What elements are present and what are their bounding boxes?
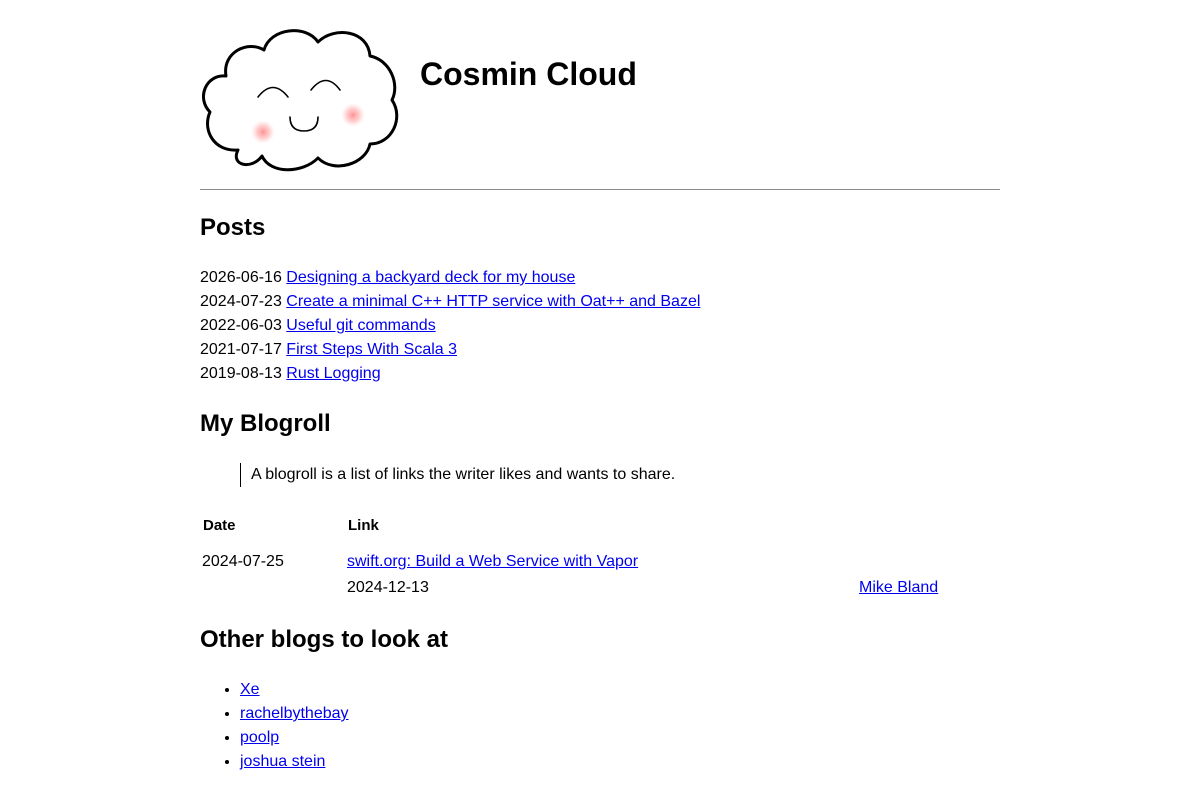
post-link[interactable]: First Steps With Scala 3 (286, 341, 457, 358)
column-header-date: Date (203, 517, 236, 534)
posts-list: 2026-06-16 Designing a backyard deck for… (200, 266, 700, 386)
post-date: 2024-07-23 (200, 293, 282, 310)
blogroll-entry-date: 2024-07-25 (202, 553, 284, 570)
other-blog-link[interactable]: joshua stein (240, 753, 325, 770)
other-blog-link[interactable]: Xe (240, 681, 260, 698)
post-item: 2022-06-03 Useful git commands (200, 314, 700, 338)
right-cheek-icon (341, 103, 365, 127)
post-link[interactable]: Create a minimal C++ HTTP service with O… (286, 293, 700, 310)
cloud-outline (201, 29, 399, 172)
post-link[interactable]: Rust Logging (286, 365, 380, 382)
smiling-cloud-icon[interactable] (200, 26, 400, 176)
post-item: 2021-07-17 First Steps With Scala 3 (200, 338, 700, 362)
blogroll-entry-link[interactable]: swift.org: Build a Web Service with Vapo… (347, 550, 638, 574)
blogroll-entry-author-link[interactable]: Mike Bland (859, 576, 938, 600)
post-date: 2021-07-17 (200, 341, 282, 358)
blogroll-entry-subdate: 2024-12-13 (347, 579, 429, 596)
page-container: Cosmin Cloud Posts 2026-06-16 Designing … (200, 0, 1000, 770)
post-item: 2026-06-16 Designing a backyard deck for… (200, 266, 700, 290)
post-link[interactable]: Designing a backyard deck for my house (286, 269, 575, 286)
posts-heading: Posts (200, 214, 266, 241)
other-blogs-heading: Other blogs to look at (200, 626, 449, 653)
list-item: rachelbythebay (240, 702, 349, 726)
post-date: 2022-06-03 (200, 317, 282, 334)
list-item: Xe (240, 678, 349, 702)
post-item: 2024-07-23 Create a minimal C++ HTTP ser… (200, 290, 700, 314)
list-item: joshua stein (240, 750, 349, 774)
post-date: 2026-06-16 (200, 269, 282, 286)
site-title: Cosmin Cloud (420, 56, 637, 92)
post-link[interactable]: Useful git commands (286, 317, 435, 334)
left-cheek-icon (251, 120, 275, 144)
list-item: poolp (240, 726, 349, 750)
column-header-link: Link (348, 517, 379, 534)
site-header: Cosmin Cloud (200, 0, 1000, 190)
post-date: 2019-08-13 (200, 365, 282, 382)
blogroll-table: Date Link 2024-07-25 swift.org: Build a … (200, 512, 960, 608)
other-blog-link[interactable]: poolp (240, 729, 279, 746)
other-blogs-list: Xe rachelbythebay poolp joshua stein (200, 678, 349, 774)
post-item: 2019-08-13 Rust Logging (200, 362, 700, 386)
blogroll-description: A blogroll is a list of links the writer… (240, 463, 675, 487)
other-blog-link[interactable]: rachelbythebay (240, 705, 349, 722)
blogroll-heading: My Blogroll (200, 410, 331, 437)
